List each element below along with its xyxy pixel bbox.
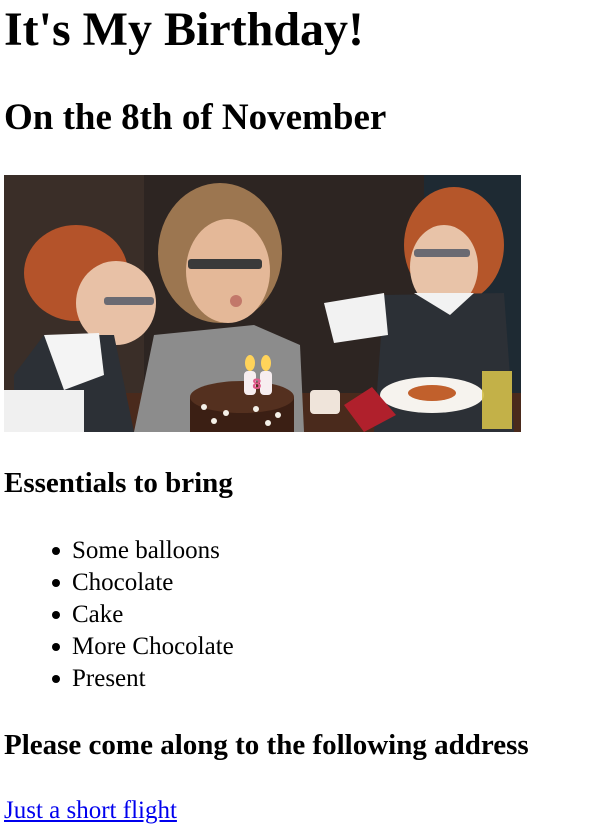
bullet-icon	[52, 547, 60, 555]
list-item-label: More Chocolate	[72, 633, 234, 660]
address-link[interactable]: Just a short flight	[4, 795, 177, 827]
essentials-heading: Essentials to bring	[4, 467, 233, 499]
list-item: Chocolate	[52, 567, 234, 599]
address-heading: Please come along to the following addre…	[4, 729, 529, 761]
page-subtitle: On the 8th of November	[4, 97, 387, 138]
bullet-icon	[52, 611, 60, 619]
list-item-label: Some balloons	[72, 537, 220, 564]
bullet-icon	[52, 675, 60, 683]
list-item: Present	[52, 663, 234, 695]
birthday-photo-illustration: 8	[4, 175, 521, 432]
list-item-label: Chocolate	[72, 569, 174, 596]
list-item-label: Present	[72, 665, 146, 692]
bullet-icon	[52, 579, 60, 587]
list-item: Cake	[52, 599, 234, 631]
essentials-list: Some balloons Chocolate Cake More Chocol…	[52, 535, 234, 695]
page-title: It's My Birthday!	[4, 3, 364, 56]
list-item: Some balloons	[52, 535, 234, 567]
candle-number: 8	[252, 377, 262, 393]
list-item-label: Cake	[72, 601, 124, 628]
bullet-icon	[52, 643, 60, 651]
list-item: More Chocolate	[52, 631, 234, 663]
birthday-photo: 8	[4, 175, 521, 432]
